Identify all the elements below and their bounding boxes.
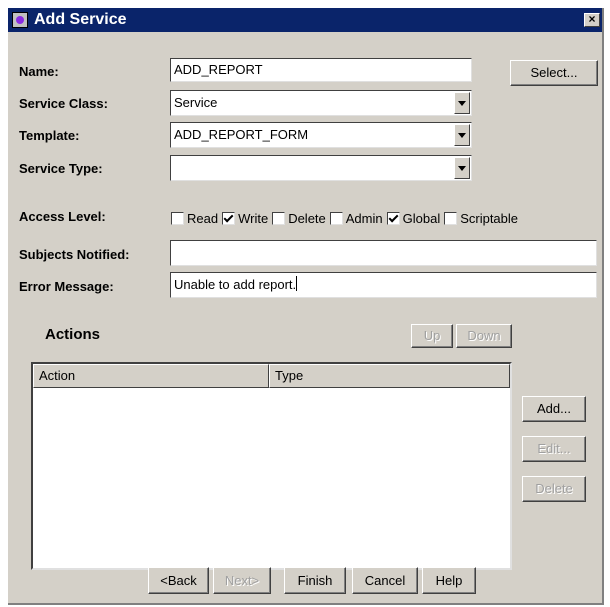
- error-message-label: Error Message:: [19, 279, 114, 294]
- app-icon: [12, 12, 28, 28]
- service-class-value: Service: [174, 95, 218, 110]
- template-label: Template:: [19, 128, 80, 143]
- delete-action-button[interactable]: Delete: [522, 476, 586, 502]
- service-type-dropdown[interactable]: [170, 155, 472, 181]
- checkbox-label: Admin: [345, 210, 383, 226]
- checkbox-label: Read: [187, 210, 219, 226]
- access-level-global-option[interactable]: Global: [386, 210, 441, 226]
- close-icon[interactable]: ×: [584, 13, 600, 27]
- checkbox-label: Global: [402, 210, 441, 226]
- select-button[interactable]: Select...: [510, 60, 598, 86]
- checkbox-label: Delete: [288, 210, 326, 226]
- access-level-write-option[interactable]: Write: [222, 210, 268, 226]
- access-level-scriptable-option[interactable]: Scriptable: [444, 210, 518, 226]
- chevron-down-icon[interactable]: [454, 92, 470, 114]
- access-level-group: Read Write Delete Admin Global Scriptable: [171, 209, 522, 227]
- checkbox[interactable]: [444, 211, 458, 225]
- checkbox[interactable]: [272, 211, 286, 225]
- dialog-title: Add Service: [34, 11, 127, 28]
- add-action-button[interactable]: Add...: [522, 396, 586, 422]
- cancel-button[interactable]: Cancel: [352, 567, 418, 594]
- access-level-label: Access Level:: [19, 209, 106, 224]
- help-button[interactable]: Help: [422, 567, 476, 594]
- chevron-down-icon[interactable]: [454, 157, 470, 179]
- error-message-value: Unable to add report.: [174, 277, 297, 292]
- service-type-label: Service Type:: [19, 161, 103, 176]
- title-bar[interactable]: Add Service ×: [8, 8, 602, 32]
- error-message-field[interactable]: Unable to add report.: [170, 272, 597, 298]
- template-dropdown[interactable]: ADD_REPORT_FORM: [170, 122, 472, 148]
- access-level-admin-option[interactable]: Admin: [329, 210, 383, 226]
- checkbox[interactable]: [222, 211, 236, 225]
- access-level-delete-option[interactable]: Delete: [272, 210, 326, 226]
- template-value: ADD_REPORT_FORM: [174, 127, 309, 142]
- text-cursor: [296, 276, 298, 291]
- add-service-dialog: Add Service × Name: ADD_REPORT Select...…: [8, 8, 604, 605]
- finish-button[interactable]: Finish: [284, 567, 346, 594]
- subjects-notified-label: Subjects Notified:: [19, 247, 130, 262]
- checkbox-label: Scriptable: [460, 210, 519, 226]
- checkbox[interactable]: [329, 211, 343, 225]
- edit-action-button[interactable]: Edit...: [522, 436, 586, 462]
- checkbox[interactable]: [386, 211, 400, 225]
- service-class-label: Service Class:: [19, 96, 108, 111]
- column-header-type[interactable]: Type: [269, 364, 510, 388]
- checkbox-label: Write: [238, 210, 269, 226]
- next-button[interactable]: Next>: [213, 567, 271, 594]
- access-level-read-option[interactable]: Read: [171, 210, 218, 226]
- chevron-down-icon[interactable]: [454, 124, 470, 146]
- down-button[interactable]: Down: [456, 324, 512, 348]
- service-class-dropdown[interactable]: Service: [170, 90, 472, 116]
- column-header-action[interactable]: Action: [33, 364, 269, 388]
- actions-table[interactable]: Action Type: [31, 362, 512, 570]
- back-button[interactable]: <Back: [148, 567, 209, 594]
- name-field[interactable]: ADD_REPORT: [170, 58, 472, 82]
- checkbox[interactable]: [171, 211, 184, 225]
- up-button[interactable]: Up: [411, 324, 453, 348]
- actions-heading: Actions: [45, 326, 101, 343]
- subjects-notified-field[interactable]: [170, 240, 597, 266]
- name-label: Name:: [19, 64, 59, 79]
